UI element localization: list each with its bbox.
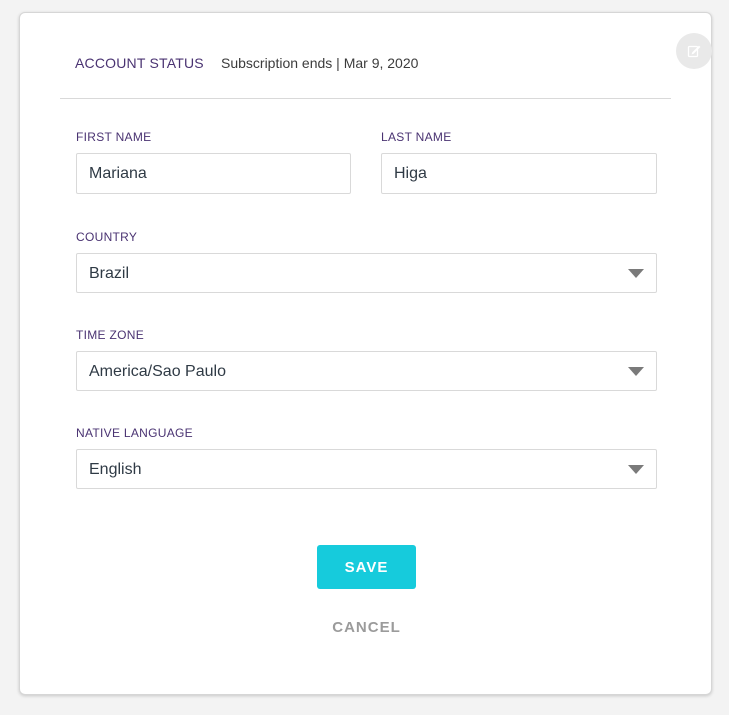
native-language-select[interactable]: English xyxy=(76,449,657,489)
time-zone-select[interactable]: America/Sao Paulo xyxy=(76,351,657,391)
time-zone-value: America/Sao Paulo xyxy=(89,363,226,380)
chevron-down-icon xyxy=(628,465,644,474)
last-name-label: LAST NAME xyxy=(381,130,452,144)
last-name-input[interactable] xyxy=(381,153,657,194)
cancel-button[interactable]: CANCEL xyxy=(310,613,423,641)
first-name-input[interactable] xyxy=(76,153,351,194)
country-select[interactable]: Brazil xyxy=(76,253,657,293)
chevron-down-icon xyxy=(628,367,644,376)
subscription-status-text: Subscription ends | Mar 9, 2020 xyxy=(221,55,419,71)
account-status-header: ACCOUNT STATUS Subscription ends | Mar 9… xyxy=(60,13,712,99)
save-button[interactable]: SAVE xyxy=(317,545,416,589)
country-label: COUNTRY xyxy=(76,230,138,244)
country-value: Brazil xyxy=(89,265,130,282)
native-language-value: English xyxy=(89,461,142,478)
native-language-label: NATIVE LANGUAGE xyxy=(76,426,193,440)
edit-button[interactable] xyxy=(676,33,712,69)
edit-icon xyxy=(687,45,701,58)
account-card: ACCOUNT STATUS Subscription ends | Mar 9… xyxy=(19,12,712,695)
chevron-down-icon xyxy=(628,269,644,278)
account-status-label: ACCOUNT STATUS xyxy=(75,55,204,71)
time-zone-label: TIME ZONE xyxy=(76,328,145,342)
first-name-label: FIRST NAME xyxy=(76,130,152,144)
